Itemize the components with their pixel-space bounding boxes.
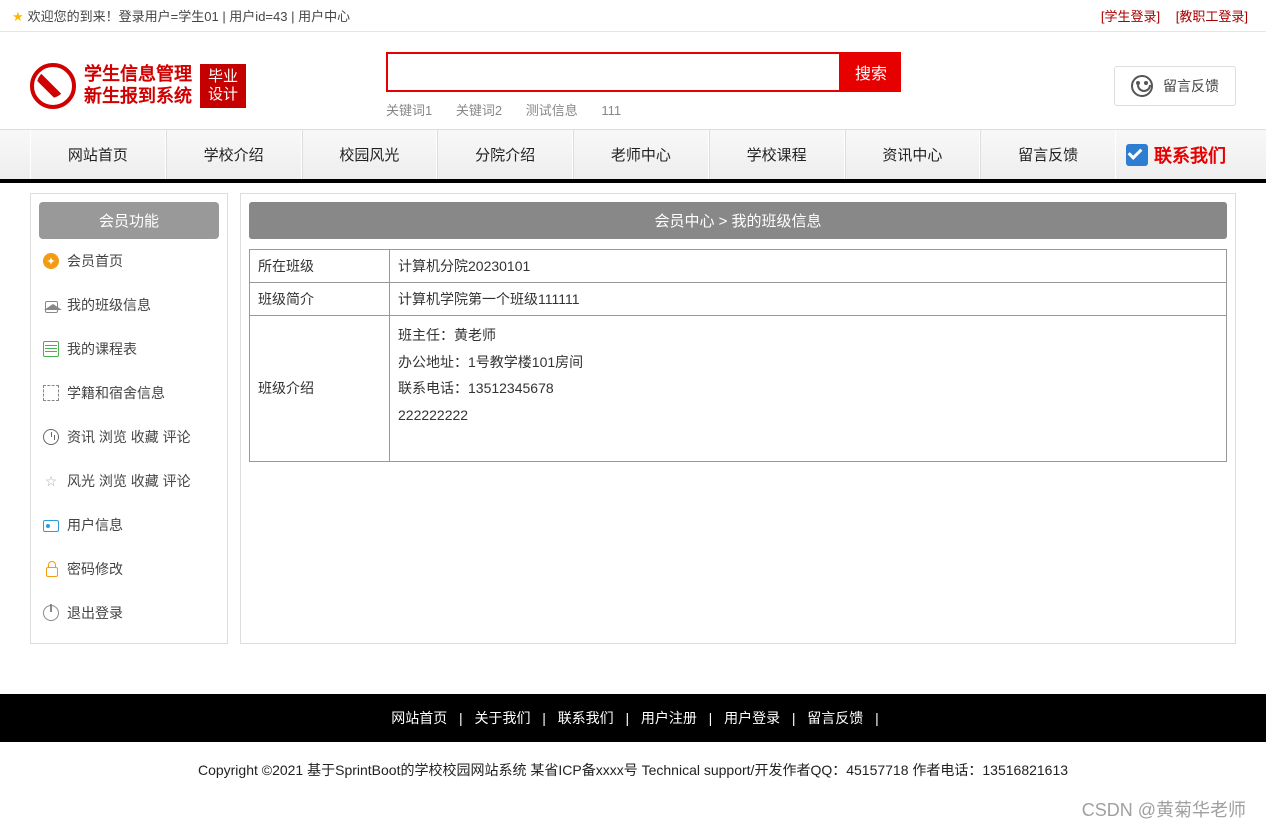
- logo-text: 学生信息管理新生报到系统: [84, 64, 192, 107]
- support-icon: [1131, 75, 1153, 97]
- footer-link-home[interactable]: 网站首页: [391, 710, 447, 726]
- house-icon: [43, 297, 59, 313]
- nav-contact-us[interactable]: 联系我们: [1116, 130, 1236, 179]
- cell-label: 班级简介: [250, 283, 390, 316]
- staff-login-link[interactable]: [教职工登录]: [1176, 9, 1248, 24]
- footer-link-login[interactable]: 用户登录: [724, 710, 780, 726]
- check-icon: [1126, 144, 1148, 166]
- power-icon: [43, 605, 59, 621]
- search-area: 搜索 关键词1 关键词2 测试信息 111: [386, 52, 901, 119]
- keywords: 关键词1 关键词2 测试信息 111: [386, 100, 901, 119]
- calendar-icon: [43, 341, 59, 357]
- nav-feedback[interactable]: 留言反馈: [980, 130, 1116, 179]
- search-input[interactable]: [386, 52, 841, 92]
- sidebar-title: 会员功能: [39, 202, 219, 239]
- home-icon: ✦: [43, 253, 59, 269]
- class-info-table: 所在班级计算机分院20230101 班级简介计算机学院第一个班级111111 班…: [249, 249, 1227, 462]
- cell-value: 计算机学院第一个班级111111: [390, 283, 1227, 316]
- welcome-text: ★欢迎您的到来！登录用户=学生01 | 用户id=43 | 用户中心: [12, 6, 350, 25]
- footer-nav: 网站首页 | 关于我们 | 联系我们 | 用户注册 | 用户登录 | 留言反馈 …: [0, 694, 1266, 742]
- sidebar-item-logout[interactable]: 退出登录: [39, 591, 219, 635]
- cell-value: 班主任：黄老师 办公地址：1号教学楼101房间 联系电话：13512345678…: [390, 316, 1227, 462]
- feedback-button[interactable]: 留言反馈: [1114, 66, 1236, 106]
- sidebar-item-user-info[interactable]: 用户信息: [39, 503, 219, 547]
- lock-icon: [43, 561, 59, 577]
- logo-badge: 毕业设计: [200, 64, 246, 108]
- footer-link-about[interactable]: 关于我们: [474, 710, 530, 726]
- star-outline-icon: ☆: [43, 473, 59, 489]
- keyword-link[interactable]: 关键词2: [456, 103, 502, 118]
- grid-icon: [43, 385, 59, 401]
- watermark: CSDN @黄菊华老师: [1082, 796, 1246, 822]
- clock-icon: [43, 429, 59, 445]
- nav-teacher-center[interactable]: 老师中心: [573, 130, 709, 179]
- table-row: 班级简介计算机学院第一个班级111111: [250, 283, 1227, 316]
- sidebar: 会员功能 ✦会员首页 我的班级信息 我的课程表 学籍和宿舍信息 资讯 浏览 收藏…: [30, 193, 228, 644]
- main-content: 会员功能 ✦会员首页 我的班级信息 我的课程表 学籍和宿舍信息 资讯 浏览 收藏…: [0, 183, 1266, 664]
- content-panel: 会员中心 > 我的班级信息 所在班级计算机分院20230101 班级简介计算机学…: [240, 193, 1236, 644]
- cell-label: 班级介绍: [250, 316, 390, 462]
- keyword-link[interactable]: 关键词1: [386, 103, 432, 118]
- copyright: Copyright ©2021 基于SprintBoot的学校校园网站系统 某省…: [0, 742, 1266, 840]
- idcard-icon: [43, 517, 59, 533]
- nav-branch-intro[interactable]: 分院介绍: [437, 130, 573, 179]
- top-right-links: [学生登录] [教职工登录]: [1095, 6, 1254, 25]
- sidebar-item-news[interactable]: 资讯 浏览 收藏 评论: [39, 415, 219, 459]
- breadcrumb: 会员中心 > 我的班级信息: [249, 202, 1227, 239]
- table-row: 班级介绍 班主任：黄老师 办公地址：1号教学楼101房间 联系电话：135123…: [250, 316, 1227, 462]
- sidebar-item-class-info[interactable]: 我的班级信息: [39, 283, 219, 327]
- footer-link-feedback[interactable]: 留言反馈: [807, 710, 863, 726]
- footer-link-register[interactable]: 用户注册: [641, 710, 697, 726]
- sidebar-item-home[interactable]: ✦会员首页: [39, 239, 219, 283]
- logo[interactable]: 学生信息管理新生报到系统 毕业设计: [30, 63, 246, 109]
- nav-news-center[interactable]: 资讯中心: [845, 130, 981, 179]
- sidebar-item-password[interactable]: 密码修改: [39, 547, 219, 591]
- nav-home[interactable]: 网站首页: [30, 130, 166, 179]
- search-button[interactable]: 搜索: [841, 52, 901, 92]
- student-login-link[interactable]: [学生登录]: [1101, 9, 1160, 24]
- keyword-link[interactable]: 测试信息: [526, 103, 578, 118]
- nav-campus-scenery[interactable]: 校园风光: [302, 130, 438, 179]
- main-nav: 网站首页 学校介绍 校园风光 分院介绍 老师中心 学校课程 资讯中心 留言反馈 …: [0, 129, 1266, 183]
- keyword-link[interactable]: 111: [601, 103, 621, 118]
- star-icon: ★: [12, 9, 24, 24]
- nav-courses[interactable]: 学校课程: [709, 130, 845, 179]
- nav-school-intro[interactable]: 学校介绍: [166, 130, 302, 179]
- header: 学生信息管理新生报到系统 毕业设计 搜索 关键词1 关键词2 测试信息 111 …: [0, 32, 1266, 129]
- sidebar-item-dorm[interactable]: 学籍和宿舍信息: [39, 371, 219, 415]
- sidebar-item-schedule[interactable]: 我的课程表: [39, 327, 219, 371]
- sidebar-item-scenery[interactable]: ☆风光 浏览 收藏 评论: [39, 459, 219, 503]
- table-row: 所在班级计算机分院20230101: [250, 250, 1227, 283]
- top-bar: ★欢迎您的到来！登录用户=学生01 | 用户id=43 | 用户中心 [学生登录…: [0, 0, 1266, 32]
- cell-label: 所在班级: [250, 250, 390, 283]
- cell-value: 计算机分院20230101: [390, 250, 1227, 283]
- logo-icon: [30, 63, 76, 109]
- footer-link-contact[interactable]: 联系我们: [558, 710, 614, 726]
